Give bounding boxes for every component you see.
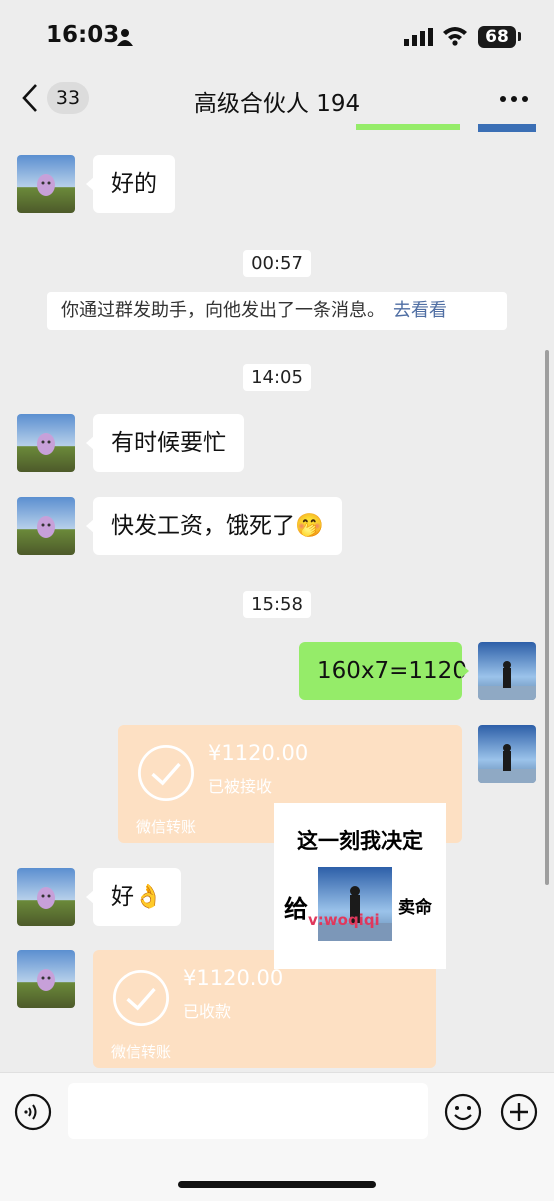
status-bar: 16:03 68: [0, 0, 554, 70]
status-time: 16:03: [46, 22, 120, 48]
transfer-footer: 微信转账: [136, 818, 197, 836]
transfer-footer: 微信转账: [111, 1043, 172, 1061]
battery-tip: [518, 32, 521, 41]
plus-icon[interactable]: [500, 1093, 538, 1131]
transfer-status: 已被接收: [208, 777, 273, 796]
sticker-left-text: 给: [284, 895, 308, 923]
partial-avatar: [478, 124, 536, 132]
chat-header: 33 高级合伙人 194: [0, 70, 554, 128]
overlay-sticker: 这一刻我决定 给 卖命 v:woqiqi: [274, 803, 446, 969]
sticker-right-text: 卖命: [398, 898, 432, 918]
more-icon[interactable]: [500, 96, 528, 102]
contact-avatar[interactable]: [17, 950, 75, 1008]
sticker-watermark: v:woqiqi: [308, 911, 380, 929]
transfer-status: 已收款: [183, 1002, 232, 1021]
person-icon: [117, 29, 133, 46]
my-avatar[interactable]: [478, 642, 536, 700]
message-bubble[interactable]: 有时候要忙: [86, 414, 244, 472]
check-icon: [138, 745, 194, 801]
voice-icon[interactable]: [14, 1093, 52, 1131]
contact-avatar[interactable]: [17, 497, 75, 555]
home-indicator: [178, 1181, 376, 1188]
transfer-amount: ¥1120.00: [208, 741, 309, 765]
timestamp: 15:58: [0, 591, 554, 618]
message-input[interactable]: [68, 1083, 428, 1139]
contact-avatar[interactable]: [17, 155, 75, 213]
message-bubble[interactable]: 好👌: [86, 868, 181, 926]
wifi-icon: [443, 27, 467, 46]
system-notice-text: 你通过群发助手，向他发出了一条消息。: [61, 300, 385, 321]
my-avatar[interactable]: [478, 725, 536, 783]
view-link[interactable]: 去看看: [393, 300, 447, 321]
message-bubble[interactable]: 好的: [86, 155, 175, 213]
scrollbar[interactable]: [545, 350, 549, 885]
check-icon: [113, 970, 169, 1026]
transfer-amount: ¥1120.00: [183, 966, 284, 990]
message-bubble[interactable]: 快发工资，饿死了🤭: [86, 497, 342, 555]
input-bar: [0, 1072, 554, 1201]
emoji-icon[interactable]: [444, 1093, 482, 1131]
chat-title: 高级合伙人 194: [193, 91, 361, 117]
battery-indicator: 68: [478, 26, 516, 48]
sticker-headline: 这一刻我决定: [297, 829, 423, 853]
partial-green-bubble: [356, 124, 460, 130]
sticker-photo: [318, 867, 392, 941]
contact-avatar[interactable]: [17, 414, 75, 472]
timestamp: 14:05: [0, 364, 554, 391]
timestamp: 00:57: [0, 250, 554, 277]
message-bubble-outgoing[interactable]: 160x7=1120: [299, 642, 469, 700]
system-notice: 你通过群发助手，向他发出了一条消息。 去看看: [47, 292, 507, 330]
contact-avatar[interactable]: [17, 868, 75, 926]
signal-icon: [404, 28, 433, 46]
